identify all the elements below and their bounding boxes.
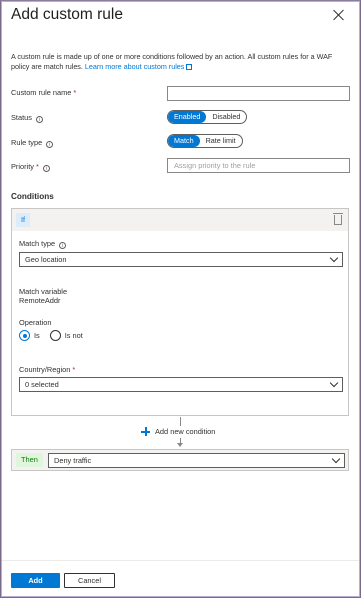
close-icon[interactable] xyxy=(333,9,345,21)
status-option-disabled[interactable]: Disabled xyxy=(206,111,246,123)
panel-description: A custom rule is made up of one or more … xyxy=(11,52,351,72)
rule-type-label-row: Rule type i xyxy=(11,138,54,148)
chevron-down-icon xyxy=(331,454,341,464)
required-marker: * xyxy=(73,88,77,97)
operation-radio-is-not[interactable] xyxy=(49,330,61,341)
info-icon: i xyxy=(35,116,43,123)
priority-label: Priority xyxy=(11,162,34,171)
priority-input[interactable]: Assign priority to the rule xyxy=(167,158,350,173)
panel-title: Add custom rule xyxy=(11,6,123,23)
operation-radio-is[interactable] xyxy=(19,330,30,341)
operation-is-not-label: Is not xyxy=(64,331,83,340)
required-marker: * xyxy=(72,365,76,374)
learn-more-link[interactable]: Learn more about custom rules xyxy=(84,62,193,71)
action-row: Then Deny traffic xyxy=(11,449,349,471)
match-variable-value: RemoteAddr xyxy=(19,296,61,305)
trash-icon[interactable] xyxy=(333,213,343,225)
required-marker: * xyxy=(36,162,39,171)
operation-radio-group: Is Is not xyxy=(19,330,93,341)
rule-type-toggle[interactable]: Match Rate limit xyxy=(167,134,243,148)
add-condition-label: Add new condition xyxy=(155,427,216,436)
status-label-row: Status i xyxy=(11,113,43,123)
condition-header: If xyxy=(12,209,348,231)
match-type-value: Geo location xyxy=(25,255,67,264)
rule-name-input[interactable] xyxy=(167,86,350,101)
rule-name-label-row: Custom rule name * xyxy=(11,88,76,97)
rule-type-label: Rule type xyxy=(11,138,43,147)
chevron-down-icon xyxy=(329,378,339,388)
if-badge: If xyxy=(16,213,31,227)
connector-line-top xyxy=(180,417,181,426)
condition-card: If Match type i Geo location Match variab… xyxy=(11,208,349,416)
status-toggle[interactable]: Enabled Disabled xyxy=(167,110,248,124)
country-value: 0 selected xyxy=(25,380,59,389)
status-label: Status xyxy=(11,113,32,122)
country-label: Country/Region xyxy=(19,365,71,374)
info-icon: i xyxy=(46,141,54,148)
action-value: Deny traffic xyxy=(54,456,92,465)
learn-more-label: Learn more about custom rules xyxy=(84,62,185,71)
add-button[interactable]: Add xyxy=(11,573,60,588)
connector-arrow xyxy=(177,443,183,447)
match-type-label-row: Match type i xyxy=(19,239,67,249)
then-badge: Then xyxy=(16,453,43,467)
conditions-title: Conditions xyxy=(11,192,54,201)
chevron-down-icon xyxy=(329,253,339,263)
info-icon: i xyxy=(42,165,50,172)
operation-label: Operation xyxy=(19,318,52,327)
country-label-row: Country/Region * xyxy=(19,365,75,374)
cancel-button[interactable]: Cancel xyxy=(64,573,115,588)
match-variable-label: Match variable xyxy=(19,287,68,296)
operation-is-label: Is xyxy=(34,331,40,340)
priority-label-row: Priority * i xyxy=(11,162,50,172)
footer-divider xyxy=(2,560,359,561)
status-option-enabled[interactable]: Enabled xyxy=(168,111,207,123)
country-dropdown[interactable]: 0 selected xyxy=(19,377,343,392)
rule-name-label: Custom rule name xyxy=(11,88,72,97)
rule-type-option-match[interactable]: Match xyxy=(168,135,200,147)
rule-type-option-rate-limit[interactable]: Rate limit xyxy=(200,135,242,147)
plus-icon xyxy=(141,427,150,436)
action-dropdown[interactable]: Deny traffic xyxy=(48,453,345,468)
match-type-label: Match type xyxy=(19,239,56,248)
external-link-icon xyxy=(186,64,193,70)
info-icon: i xyxy=(59,242,67,249)
add-condition-button[interactable]: Add new condition xyxy=(141,427,216,436)
match-type-dropdown[interactable]: Geo location xyxy=(19,252,343,267)
